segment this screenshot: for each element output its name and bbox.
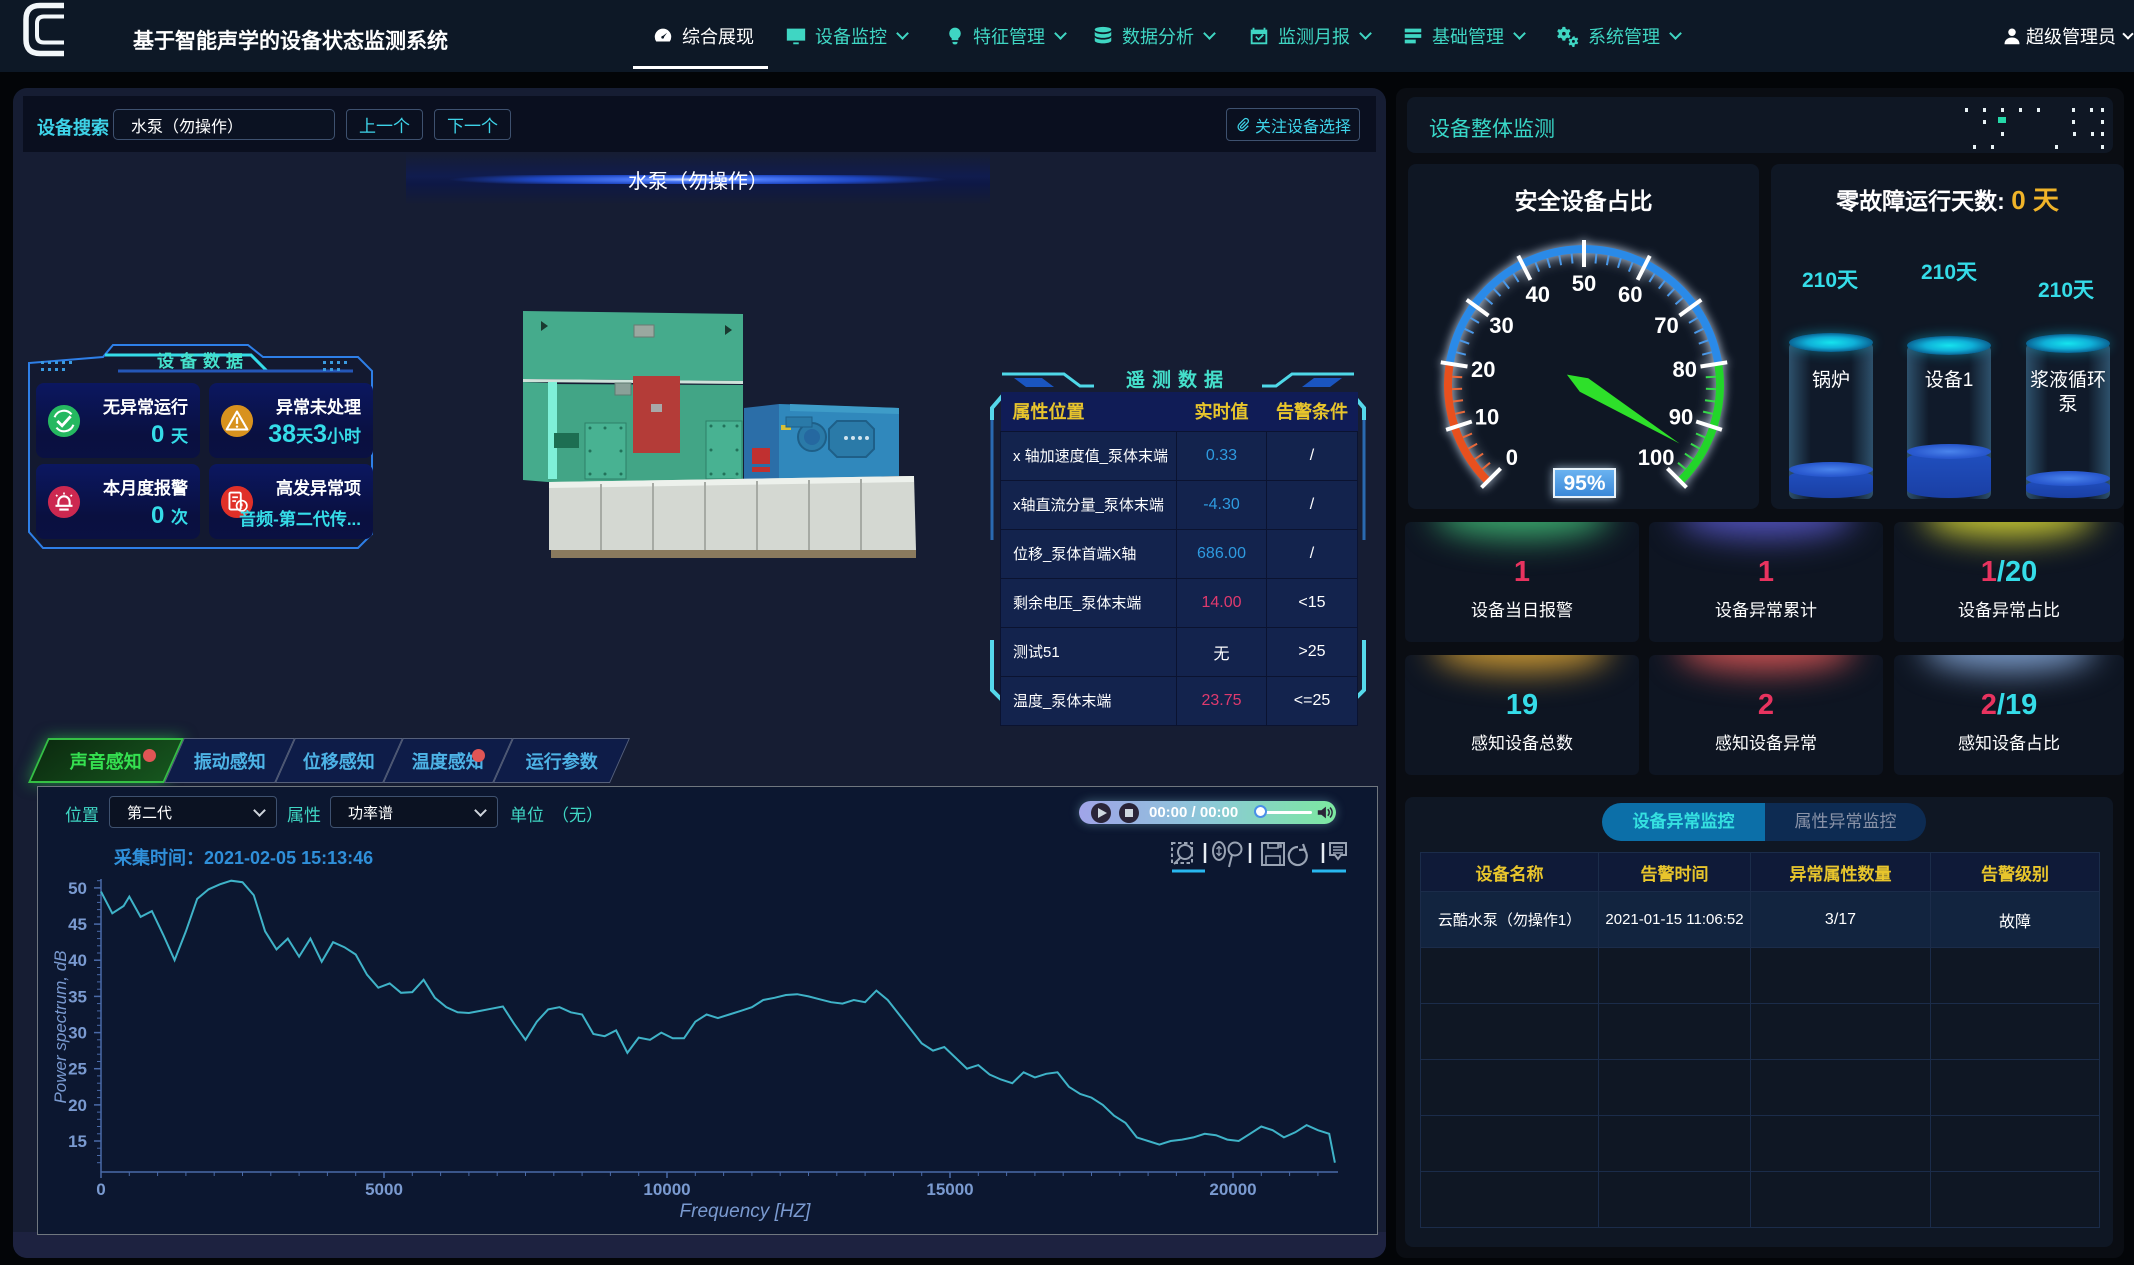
svg-text:20: 20 [68,1096,87,1115]
svg-text:25: 25 [68,1060,87,1079]
svg-text:15000: 15000 [926,1180,973,1199]
svg-text:15: 15 [68,1132,87,1151]
svg-text:50: 50 [68,879,87,898]
svg-text:40: 40 [1525,282,1549,307]
svg-text:80: 80 [1672,357,1696,382]
svg-text:40: 40 [68,951,87,970]
svg-text:20: 20 [1471,357,1495,382]
svg-text:5000: 5000 [365,1180,403,1199]
svg-text:Power spectrum, dB: Power spectrum, dB [51,950,70,1103]
svg-text:20000: 20000 [1209,1180,1256,1199]
svg-text:30: 30 [1489,313,1513,338]
svg-text:100: 100 [1638,445,1675,470]
svg-text:Frequency [HZ]: Frequency [HZ] [680,1201,812,1222]
svg-text:0: 0 [1506,445,1518,470]
svg-text:10000: 10000 [643,1180,690,1199]
svg-text:10: 10 [1475,405,1499,430]
svg-text:30: 30 [68,1024,87,1043]
svg-text:0: 0 [96,1180,105,1199]
svg-text:90: 90 [1669,405,1693,430]
svg-text:50: 50 [1572,271,1596,296]
svg-text:60: 60 [1618,282,1642,307]
svg-text:45: 45 [68,915,87,934]
svg-text:35: 35 [68,987,87,1006]
svg-text:70: 70 [1654,313,1678,338]
